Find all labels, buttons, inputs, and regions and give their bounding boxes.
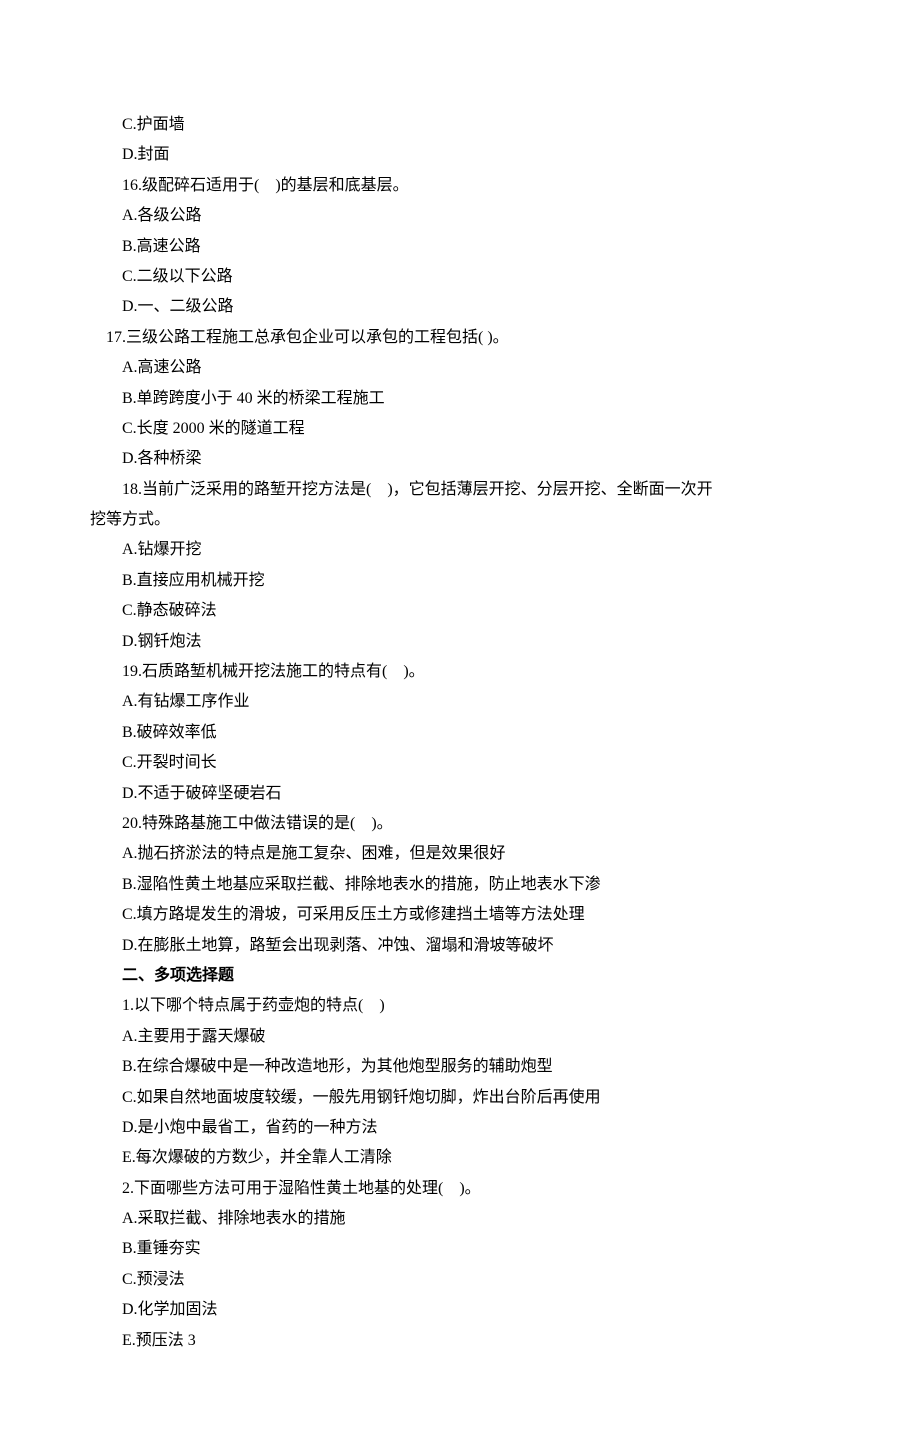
option-text: B.直接应用机械开挖 [90,566,830,596]
option-text: A.有钻爆工序作业 [90,687,830,717]
option-text: D.封面 [90,140,830,170]
option-text: A.抛石挤淤法的特点是施工复杂、困难，但是效果很好 [90,839,830,869]
option-text: B.在综合爆破中是一种改造地形，为其他炮型服务的辅助炮型 [90,1052,830,1082]
question-stem-cont: 挖等方式。 [90,505,830,535]
option-text: D.是小炮中最省工，省药的一种方法 [90,1113,830,1143]
question-stem: 1.以下哪个特点属于药壶炮的特点( ) [90,991,830,1021]
option-text: B.破碎效率低 [90,718,830,748]
option-text: D.钢钎炮法 [90,627,830,657]
question-stem: 2.下面哪些方法可用于湿陷性黄土地基的处理( )。 [90,1174,830,1204]
option-text: D.在膨胀土地算，路堑会出现剥落、冲蚀、溜塌和滑坡等破坏 [90,931,830,961]
question-stem: 16.级配碎石适用于( )的基层和底基层。 [90,171,830,201]
option-text: C.长度 2000 米的隧道工程 [90,414,830,444]
option-text: C.护面墙 [90,110,830,140]
option-text: C.开裂时间长 [90,748,830,778]
question-stem: 19.石质路堑机械开挖法施工的特点有( )。 [90,657,830,687]
question-stem: 17.三级公路工程施工总承包企业可以承包的工程包括( )。 [90,323,830,353]
option-text: C.如果自然地面坡度较缓，一般先用钢钎炮切脚，炸出台阶后再使用 [90,1083,830,1113]
question-stem: 18.当前广泛采用的路堑开挖方法是( )，它包括薄层开挖、分层开挖、全断面一次开 [90,475,830,505]
option-text: B.重锤夯实 [90,1234,830,1264]
option-text: D.化学加固法 [90,1295,830,1325]
option-text: B.高速公路 [90,232,830,262]
option-text: E.每次爆破的方数少，并全靠人工清除 [90,1143,830,1173]
option-text: A.钻爆开挖 [90,535,830,565]
option-text: C.填方路堤发生的滑坡，可采用反压土方或修建挡土墙等方法处理 [90,900,830,930]
option-text: C.二级以下公路 [90,262,830,292]
option-text: A.主要用于露天爆破 [90,1022,830,1052]
section-heading: 二、多项选择题 [90,961,830,991]
option-text: D.各种桥梁 [90,444,830,474]
option-text: E.预压法 3 [90,1326,830,1356]
option-text: B.单跨跨度小于 40 米的桥梁工程施工 [90,384,830,414]
question-stem: 20.特殊路基施工中做法错误的是( )。 [90,809,830,839]
option-text: A.各级公路 [90,201,830,231]
document-page: C.护面墙 D.封面 16.级配碎石适用于( )的基层和底基层。 A.各级公路 … [0,0,920,1446]
option-text: C.预浸法 [90,1265,830,1295]
option-text: D.一、二级公路 [90,292,830,322]
option-text: D.不适于破碎坚硬岩石 [90,779,830,809]
option-text: A.采取拦截、排除地表水的措施 [90,1204,830,1234]
option-text: A.高速公路 [90,353,830,383]
option-text: B.湿陷性黄土地基应采取拦截、排除地表水的措施，防止地表水下渗 [90,870,830,900]
option-text: C.静态破碎法 [90,596,830,626]
